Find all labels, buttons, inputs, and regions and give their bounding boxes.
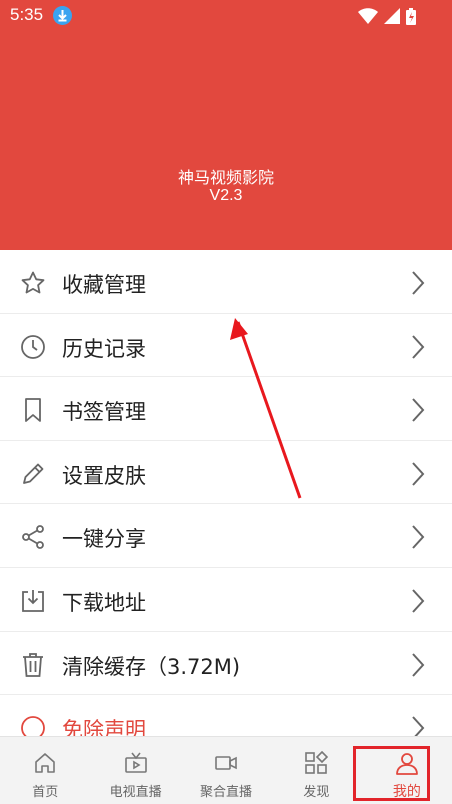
chevron-right-icon [412, 716, 425, 736]
menu-item-download-address[interactable]: 下载地址 [0, 568, 452, 632]
clock-icon [21, 334, 45, 359]
status-time: 5:35 [10, 5, 44, 24]
chevron-right-icon [412, 334, 425, 359]
status-bar: 5:35 [0, 0, 452, 32]
video-camera-icon [215, 756, 237, 770]
settings-menu: 收藏管理 历史记录 书签管理 设置皮肤 一键分享 下载地址 清除缓存（3.72M… [0, 250, 452, 736]
nav-tab-tv-live[interactable]: 电视直播 [90, 737, 180, 804]
bookmark-icon [25, 398, 41, 423]
chevron-right-icon [412, 525, 425, 550]
nav-tab-mine[interactable]: 我的 [362, 737, 452, 804]
menu-item-disclaimer[interactable]: 免除声明 [0, 695, 452, 736]
pencil-icon [23, 463, 44, 484]
nav-label: 首页 [32, 785, 59, 800]
menu-label: 历史记录 [62, 336, 146, 361]
nav-tab-aggregate-live[interactable]: 聚合直播 [181, 737, 271, 804]
chevron-right-icon [412, 589, 425, 613]
menu-item-favorites[interactable]: 收藏管理 [0, 250, 452, 314]
menu-label: 一键分享 [62, 527, 146, 552]
alert-icon [21, 716, 45, 736]
nav-tab-discover[interactable]: 发现 [271, 737, 361, 804]
tv-icon [124, 752, 147, 773]
chevron-right-icon [412, 652, 425, 677]
menu-item-share[interactable]: 一键分享 [0, 504, 452, 568]
status-indicators [358, 7, 416, 25]
nav-tab-home[interactable]: 首页 [0, 737, 90, 804]
chevron-right-icon [412, 271, 425, 295]
menu-item-clear-cache[interactable]: 清除缓存（3.72M) [0, 632, 452, 696]
wifi-icon [358, 8, 378, 24]
bottom-navigation: 首页 电视直播 聚合直播 发现 我的 [0, 736, 452, 804]
profile-header: 神马视频影院 V2.3 [0, 32, 452, 250]
nav-label: 电视直播 [109, 785, 162, 800]
menu-label: 设置皮肤 [62, 463, 146, 488]
menu-label: 书签管理 [62, 400, 146, 425]
chevron-right-icon [412, 462, 425, 486]
download-notification-icon [53, 6, 72, 25]
discover-icon [305, 751, 329, 774]
menu-label: 收藏管理 [62, 273, 146, 297]
share-icon [22, 525, 44, 550]
user-icon [395, 753, 418, 775]
signal-icon [384, 8, 400, 24]
menu-item-skin[interactable]: 设置皮肤 [0, 441, 452, 505]
trash-icon [23, 652, 43, 677]
home-icon [35, 753, 56, 773]
app-name: 神马视频影院 [177, 168, 274, 187]
nav-label: 我的 [392, 784, 421, 800]
download-icon [22, 589, 44, 612]
nav-label: 发现 [303, 785, 330, 800]
nav-label: 聚合直播 [200, 785, 253, 800]
menu-label: 清除缓存（3.72M) [62, 654, 241, 679]
battery-icon [406, 7, 416, 25]
menu-label: 下载地址 [62, 590, 146, 615]
app-version: V2.3 [209, 187, 243, 204]
star-icon [21, 271, 45, 294]
menu-item-bookmarks[interactable]: 书签管理 [0, 377, 452, 441]
chevron-right-icon [412, 398, 425, 422]
menu-label: 免除声明 [62, 718, 146, 736]
menu-item-history[interactable]: 历史记录 [0, 314, 452, 378]
